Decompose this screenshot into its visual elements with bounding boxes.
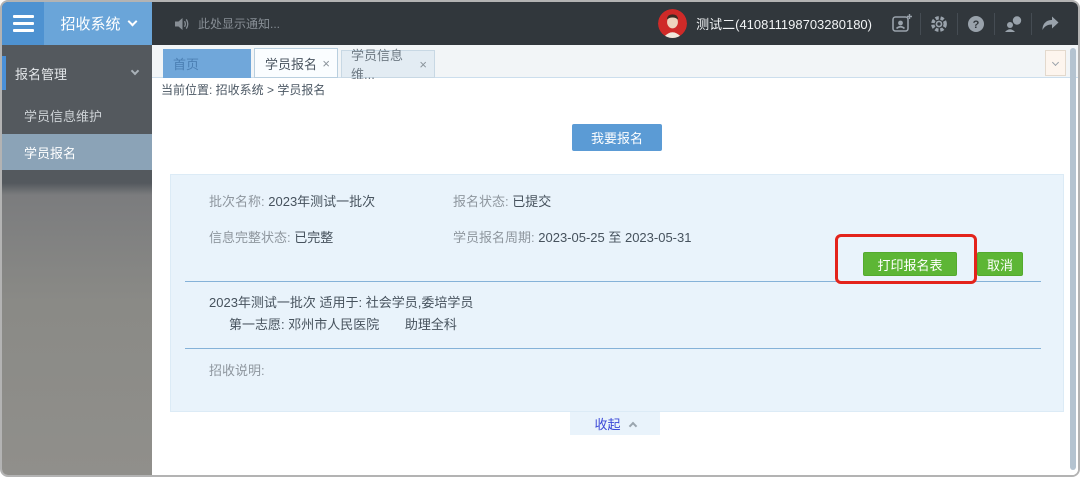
print-form-button[interactable]: 打印报名表: [863, 252, 957, 276]
collapse-label: 收起: [594, 417, 621, 432]
first-choice-hospital: 第一志愿: 邓州市人民医院: [229, 317, 380, 332]
username[interactable]: 测试二(410811198703280180): [696, 14, 872, 33]
active-accent-bar: [2, 56, 6, 90]
svg-text:?: ?: [973, 19, 980, 31]
content-area: 我要报名 批次名称: 2023年测试一批次 报名状态: 已提交 信息完整状态: …: [152, 101, 1078, 475]
app-title: 招收系统: [60, 16, 121, 33]
field-batch-name: 批次名称: 2023年测试一批次: [209, 191, 375, 210]
close-icon[interactable]: ×: [322, 56, 330, 71]
speaker-icon: [175, 17, 189, 30]
breadcrumb: 当前位置: 招收系统 > 学员报名: [152, 79, 1078, 101]
field-label: 批次名称:: [209, 194, 265, 209]
forward-arrow-icon[interactable]: [1032, 2, 1068, 45]
notice-text: 此处显示通知...: [198, 17, 281, 31]
tab-label: 学员信息维...: [351, 48, 404, 82]
avatar[interactable]: [658, 9, 688, 38]
tab-label: 学员报名: [265, 56, 318, 72]
tab-list-dropdown[interactable]: [1045, 50, 1066, 76]
recruit-description: 招收说明:: [209, 363, 265, 378]
app-title-dropdown[interactable]: 招收系统: [44, 2, 152, 45]
field-signup-period: 学员报名周期: 2023-05-25 至 2023-05-31: [453, 227, 691, 246]
field-value: 2023-05-25 至 2023-05-31: [538, 230, 692, 245]
field-label: 学员报名周期:: [453, 230, 535, 245]
field-value: 2023年测试一批次: [268, 194, 376, 209]
tab-student-signup[interactable]: 学员报名 ×: [254, 48, 338, 78]
close-icon[interactable]: ×: [419, 57, 427, 72]
cancel-button[interactable]: 取消: [977, 252, 1023, 276]
field-signup-status: 报名状态: 已提交: [453, 191, 551, 210]
chevron-up-icon: [628, 421, 637, 430]
tab-home[interactable]: 首页: [163, 49, 251, 78]
first-choice-specialty: 助理全科: [404, 317, 457, 332]
chevron-down-icon: [127, 16, 137, 27]
collapse-toggle[interactable]: 收起: [570, 412, 660, 435]
signup-info-panel: 批次名称: 2023年测试一批次 报名状态: 已提交 信息完整状态: 已完整 学…: [170, 174, 1064, 412]
menu-hamburger-icon[interactable]: [2, 2, 44, 45]
settings-gear-icon[interactable]: [921, 2, 957, 45]
tab-student-info[interactable]: 学员信息维... ×: [341, 48, 435, 82]
sidebar-item-student-info[interactable]: 学员信息维护: [2, 100, 152, 130]
apply-signup-button[interactable]: 我要报名: [572, 124, 662, 151]
feedback-person-icon[interactable]: [995, 2, 1031, 45]
chevron-down-icon: [1051, 58, 1060, 66]
field-value: 已提交: [512, 194, 552, 209]
user-cluster: 测试二(410811198703280180) ?: [658, 2, 1068, 45]
notice-bar: 此处显示通知...: [174, 2, 280, 45]
help-icon[interactable]: ?: [958, 2, 994, 45]
id-card-add-icon[interactable]: [884, 2, 920, 45]
sidebar-group-label: 报名管理: [15, 66, 68, 82]
sidebar: 报名管理 学员信息维护 学员报名: [2, 45, 152, 475]
main-area: 首页 学员报名 × 学员信息维... × 当前位置: 招收系统 > 学员报名 我…: [152, 45, 1078, 475]
first-choice-line: 第一志愿: 邓州市人民医院 助理全科: [229, 314, 457, 333]
divider: [185, 281, 1041, 282]
field-info-complete: 信息完整状态: 已完整: [209, 227, 333, 246]
batch-applicable-line: 2023年测试一批次 适用于: 社会学员,委培学员: [209, 295, 474, 310]
scrollbar[interactable]: [1070, 48, 1076, 470]
divider: [185, 348, 1041, 349]
top-bar: 招收系统 此处显示通知... 测试二(410811198703280180) ?: [2, 2, 1078, 45]
sidebar-item-student-signup[interactable]: 学员报名: [2, 134, 152, 170]
tab-bar: 首页 学员报名 × 学员信息维... ×: [152, 45, 1078, 82]
field-value: 已完整: [294, 230, 334, 245]
app-window: 招收系统 此处显示通知... 测试二(410811198703280180) ?…: [0, 0, 1080, 477]
field-label: 报名状态:: [453, 194, 509, 209]
sidebar-group-signup-management[interactable]: 报名管理: [2, 56, 152, 90]
chevron-down-icon: [130, 66, 140, 76]
field-label: 信息完整状态:: [209, 230, 291, 245]
